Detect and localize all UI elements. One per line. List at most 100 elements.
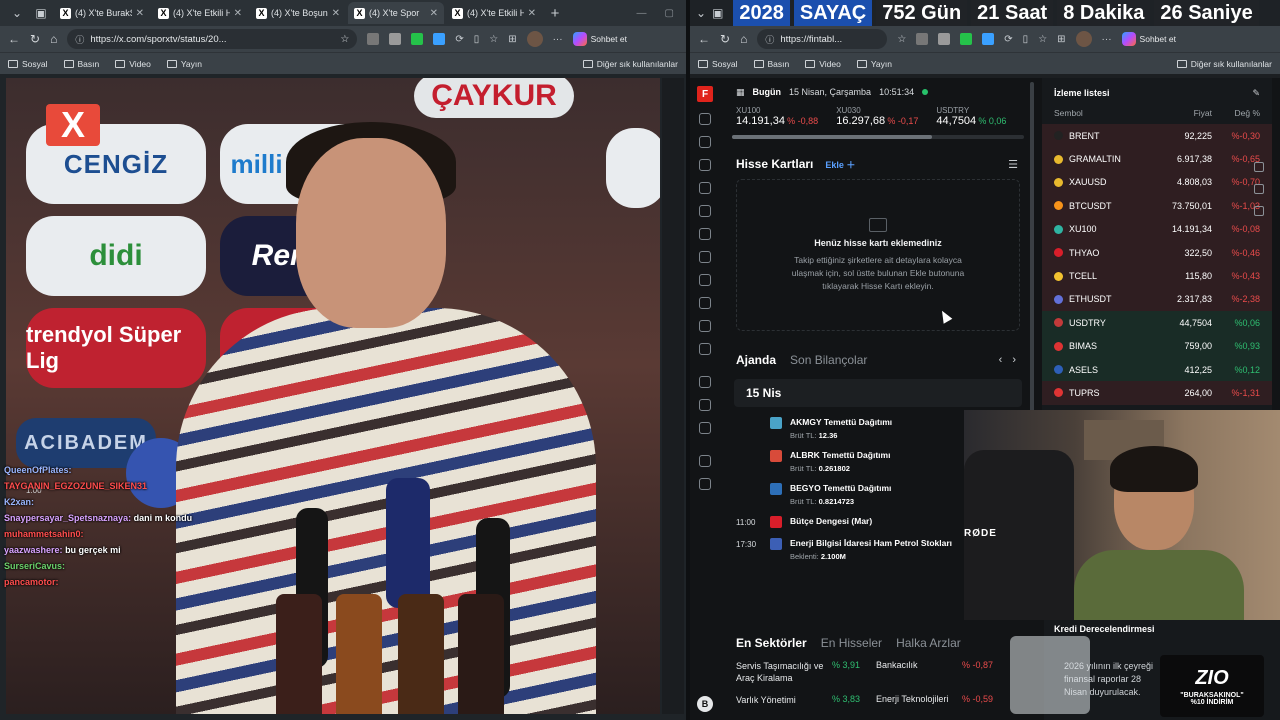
tab-top-stocks[interactable]: En Hisseler <box>821 636 882 650</box>
scrollbar-thumb[interactable] <box>732 135 932 139</box>
workspaces-icon[interactable]: ▣ <box>30 2 52 24</box>
watchlist-row[interactable]: GRAMALTIN 6.917,38 %-0,65 <box>1042 147 1272 171</box>
watchlist-row[interactable]: ETHUSDT 2.317,83 %-2,38 <box>1042 287 1272 312</box>
target-icon[interactable] <box>699 343 711 355</box>
extension-icon[interactable] <box>411 33 424 45</box>
watchlist-row[interactable]: THYAO 322,50 %-0,46 <box>1042 240 1272 265</box>
video-player[interactable]: ÇAYKUR CENGİZ milli piyango didi Rent Go… <box>6 78 660 714</box>
extension-icon[interactable]: ⟳ <box>1004 34 1012 45</box>
ticker[interactable]: XU030 16.297,68 % -0,17 <box>836 106 918 127</box>
favorites-icon[interactable]: ☆ <box>489 34 498 45</box>
watchlist-row[interactable]: BTCUSDT 73.750,01 %-1,03 <box>1042 194 1272 218</box>
bookmark-sosyal[interactable]: Sosyal <box>698 59 738 69</box>
site-info-icon[interactable]: ⓘ <box>75 33 84 46</box>
avatar[interactable] <box>526 31 543 47</box>
tab-agenda[interactable]: Ajanda <box>736 353 776 367</box>
panel-icon[interactable] <box>1254 184 1264 194</box>
bookmark-sosyal[interactable]: Sosyal <box>8 59 48 69</box>
ticker-scrollbar[interactable] <box>732 135 1024 139</box>
tab-last-balances[interactable]: Son Bilançolar <box>790 353 867 367</box>
extension-icon[interactable] <box>982 33 995 45</box>
extension-icon[interactable] <box>367 33 380 45</box>
extension-icon[interactable] <box>389 33 402 45</box>
back-icon[interactable]: ← <box>8 32 20 46</box>
bookmark-basin[interactable]: Basın <box>63 59 99 69</box>
page-scrollbar[interactable] <box>662 78 684 714</box>
bookmark-other[interactable]: Diğer sık kullanılanlar <box>582 59 678 69</box>
bookmark-other[interactable]: Diğer sık kullanılanlar <box>1176 59 1272 69</box>
search-icon[interactable] <box>699 113 711 125</box>
screener-icon[interactable] <box>699 228 711 240</box>
tab-close-icon[interactable]: ✕ <box>332 8 340 19</box>
watchlist-row[interactable]: XU100 14.191,34 %-0,08 <box>1042 217 1272 241</box>
portfolio-icon[interactable] <box>699 136 711 148</box>
tab-close-icon[interactable]: ✕ <box>136 8 144 19</box>
collections-icon[interactable]: ⊞ <box>508 34 516 45</box>
tab-2[interactable]: X (4) X'te Boşuna T ✕ <box>250 2 346 24</box>
ticker[interactable]: USDTRY 44,7504 % 0,06 <box>936 106 1006 127</box>
tab-close-icon[interactable]: ✕ <box>528 8 536 19</box>
main-scrollbar[interactable] <box>1030 82 1034 412</box>
bookmark-yayin[interactable]: Yayın <box>856 59 892 69</box>
watchlist-row[interactable]: TUPRS 264,00 %-1,31 <box>1042 381 1272 405</box>
chevron-right-icon[interactable]: › <box>1012 354 1016 366</box>
box-icon[interactable] <box>699 297 711 309</box>
sector-row[interactable]: Servis Taşımacılığı ve Araç Kiralama % 3… <box>726 660 1030 684</box>
split-screen-icon[interactable]: ▯ <box>1023 34 1029 45</box>
tab-3[interactable]: X (4) X'te Spor ✕ <box>348 2 444 24</box>
bookmark-basin[interactable]: Basın <box>753 59 789 69</box>
column-change[interactable]: Değ % <box>1212 108 1260 124</box>
panel-icon[interactable] <box>1254 162 1264 172</box>
extension-icon[interactable] <box>433 33 446 45</box>
bond-icon[interactable] <box>699 274 711 286</box>
watchlist-row[interactable]: ASELS 412,25 %0,12 <box>1042 357 1272 382</box>
tab-close-icon[interactable]: ✕ <box>430 8 438 19</box>
settings-sliders-icon[interactable]: ☰ <box>1008 158 1018 171</box>
refresh-icon[interactable]: ↻ <box>720 32 730 46</box>
tab-top-sectors[interactable]: En Sektörler <box>736 636 807 650</box>
more-icon[interactable]: ··· <box>1102 34 1112 45</box>
column-price[interactable]: Fiyat <box>1152 108 1212 124</box>
funds-icon[interactable] <box>699 320 711 332</box>
extension-icon[interactable] <box>938 33 951 45</box>
workspaces-icon[interactable]: ▣ <box>712 6 723 20</box>
extension-icon[interactable] <box>960 33 973 45</box>
add-card-button[interactable]: Ekle ＋ <box>825 158 855 171</box>
panel-icon[interactable] <box>1254 206 1264 216</box>
site-info-icon[interactable]: ⓘ <box>765 33 774 46</box>
fintables-logo[interactable]: F <box>697 86 713 102</box>
list-icon[interactable] <box>699 205 711 217</box>
extension-icon[interactable] <box>916 33 929 45</box>
edit-icon[interactable]: ✎ <box>1252 88 1260 99</box>
ticker[interactable]: XU100 14.191,34 % -0,88 <box>736 106 818 127</box>
watchlist-row[interactable]: TCELL 115,80 %-0,43 <box>1042 264 1272 288</box>
chat-button[interactable]: Sohbet et <box>1121 32 1176 46</box>
refresh-icon[interactable]: ↻ <box>30 32 40 46</box>
column-symbol[interactable]: Sembol <box>1054 108 1152 124</box>
back-icon[interactable]: ← <box>698 32 710 46</box>
favorites-icon[interactable]: ☆ <box>1038 34 1047 45</box>
home-icon[interactable]: ⌂ <box>740 32 747 46</box>
url-field[interactable]: ⓘ https://fintabl... <box>757 29 888 49</box>
extension-icon[interactable]: ⟳ <box>455 34 463 45</box>
tab-actions-icon[interactable]: ⌄ <box>6 2 28 24</box>
mail-icon[interactable] <box>699 399 711 411</box>
avatar[interactable] <box>1075 31 1092 47</box>
more-icon[interactable]: ··· <box>553 34 563 45</box>
school-icon[interactable] <box>699 478 711 490</box>
watchlist-row[interactable]: BRENT 92,225 %-0,30 <box>1042 124 1272 148</box>
chat-button[interactable]: Sohbet et <box>572 32 627 46</box>
collections-icon[interactable]: ⊞ <box>1057 34 1065 45</box>
bookmark-video[interactable]: Video <box>115 59 151 69</box>
favorite-icon[interactable]: ☆ <box>897 34 906 45</box>
chevron-left-icon[interactable]: ‹ <box>999 354 1003 366</box>
watchlist-row[interactable]: USDTRY 44,7504 %0,06 <box>1042 311 1272 335</box>
profile-badge[interactable]: B <box>697 696 713 712</box>
tab-0[interactable]: X (4) X'te BurakSak ✕ <box>54 2 150 24</box>
url-field[interactable]: ⓘ https://x.com/sporxtv/status/20... ☆ <box>67 29 358 49</box>
new-tab-button[interactable]: + <box>544 5 566 22</box>
tab-ipos[interactable]: Halka Arzlar <box>896 636 961 650</box>
tab-actions-icon[interactable]: ⌄ <box>696 6 706 20</box>
bookmark-yayin[interactable]: Yayın <box>166 59 202 69</box>
favorite-icon[interactable]: ☆ <box>340 34 349 45</box>
